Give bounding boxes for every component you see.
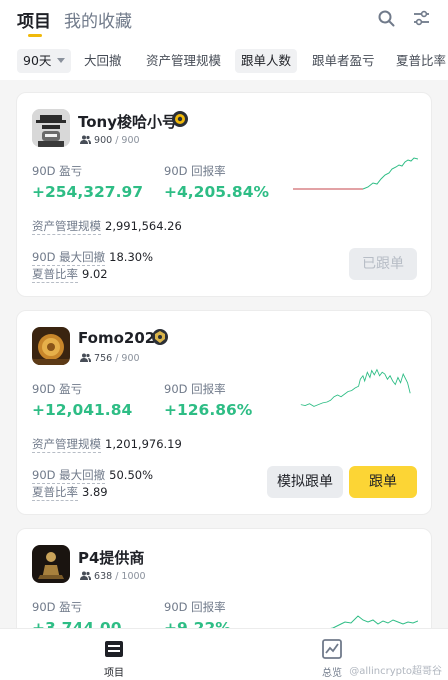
tab-projects[interactable]: 项目 — [17, 7, 51, 32]
aum-value: 2,991,564.26 — [105, 219, 182, 233]
follower-count: 638 / 1000 — [80, 571, 146, 582]
list-icon[interactable] — [104, 640, 124, 658]
filter-chip-follower-pnl[interactable]: 跟单者盈亏 — [306, 49, 381, 73]
avatar — [32, 327, 70, 365]
sharpe-row: 夏普比率 3.89 — [32, 484, 108, 501]
follower-capacity: / 900 — [115, 135, 140, 146]
max-drawdown-row: 90D 最大回撤 50.50% — [32, 467, 154, 484]
period-label: 90天 — [23, 53, 52, 68]
users-icon — [80, 135, 91, 144]
period-dropdown[interactable]: 90天 — [17, 49, 72, 73]
nav-item-projects[interactable]: 项目 — [104, 664, 124, 679]
max-drawdown-label: 90D 最大回撤 — [32, 250, 106, 266]
sharpe-row: 夏普比率 9.02 — [32, 266, 108, 283]
followed-button[interactable]: 已跟单 — [349, 248, 417, 280]
rank-badge-icon — [152, 329, 168, 345]
max-drawdown-row: 90D 最大回撤 18.30% — [32, 249, 154, 266]
pnl-value: +12,041.84 — [32, 401, 133, 419]
copy-trade-button[interactable]: 跟单 — [349, 466, 417, 498]
active-tab-indicator — [28, 34, 42, 37]
filter-chip-followers[interactable]: 跟单人数 — [235, 49, 298, 73]
trader-card[interactable]: Tony梭哈小号 900 / 900 90D 盈亏 +254,327.97 90… — [16, 92, 432, 297]
aum-row: 资产管理规模 1,201,976.19 — [32, 436, 182, 453]
sharpe-label: 夏普比率 — [32, 485, 78, 501]
chevron-down-icon — [57, 58, 66, 63]
users-icon — [80, 571, 91, 580]
mock-copy-button[interactable]: 模拟跟单 — [267, 466, 343, 498]
trader-name[interactable]: P4提供商 — [78, 547, 144, 568]
follower-count: 756 / 900 — [80, 353, 140, 364]
avatar — [32, 545, 70, 583]
follower-current: 756 — [94, 353, 113, 364]
filter-settings-icon[interactable] — [413, 10, 430, 27]
sharpe-value: 3.89 — [82, 485, 108, 499]
chart-icon[interactable] — [322, 639, 342, 659]
trader-name[interactable]: Tony梭哈小号 — [78, 111, 177, 132]
max-drawdown-value: 18.30% — [109, 250, 154, 264]
follower-capacity: / 900 — [115, 353, 140, 364]
aum-label: 资产管理规模 — [32, 219, 101, 235]
users-icon — [80, 353, 91, 362]
follower-count: 900 / 900 — [80, 135, 140, 146]
max-drawdown-label: 90D 最大回撤 — [32, 468, 106, 484]
search-icon[interactable] — [378, 10, 395, 27]
top-bar: 项目 我的收藏 — [0, 0, 448, 42]
filter-bar: 90天 大回撤 资产管理规模 跟单人数 跟单者盈亏 夏普比率 — [0, 42, 448, 80]
trader-card[interactable]: Fomo2024 756 / 900 90D 盈亏 +12,041.84 90D… — [16, 310, 432, 515]
filter-chip-aum[interactable]: 资产管理规模 — [140, 49, 227, 73]
aum-value: 1,201,976.19 — [105, 437, 182, 451]
avatar — [32, 109, 70, 147]
pnl-label: 90D 盈亏 — [32, 382, 83, 396]
aum-row: 资产管理规模 2,991,564.26 — [32, 218, 182, 235]
tab-favorites[interactable]: 我的收藏 — [64, 7, 132, 32]
roi-value: +126.86% — [164, 401, 253, 419]
filter-chip-sharpe[interactable]: 夏普比率 — [390, 49, 448, 73]
pnl-label: 90D 盈亏 — [32, 164, 83, 178]
roi-label: 90D 回报率 — [164, 600, 226, 614]
rank-badge-icon — [172, 111, 188, 127]
sharpe-value: 9.02 — [82, 267, 108, 281]
max-drawdown-value: 50.50% — [109, 468, 154, 482]
watermark: @allincrypto超哥谷 — [349, 666, 442, 677]
filter-chip-drawdown[interactable]: 大回撤 — [78, 49, 128, 73]
aum-label: 资产管理规模 — [32, 437, 101, 453]
follower-current: 900 — [94, 135, 113, 146]
roi-label: 90D 回报率 — [164, 382, 226, 396]
roi-value: +4,205.84% — [164, 183, 270, 201]
follower-capacity: / 1000 — [115, 571, 146, 582]
pnl-value: +254,327.97 — [32, 183, 144, 201]
nav-item-overview[interactable]: 总览 — [322, 664, 342, 679]
follower-current: 638 — [94, 571, 113, 582]
roi-sparkline — [293, 157, 418, 190]
roi-label: 90D 回报率 — [164, 164, 226, 178]
pnl-label: 90D 盈亏 — [32, 600, 83, 614]
roi-sparkline — [300, 368, 411, 407]
sharpe-label: 夏普比率 — [32, 267, 78, 283]
